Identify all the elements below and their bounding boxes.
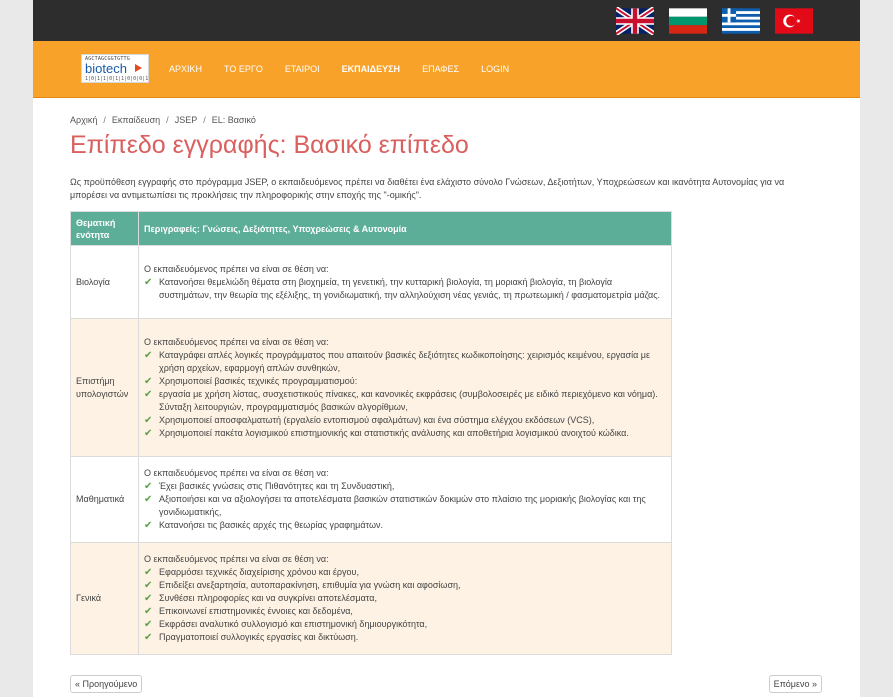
- list-item: ✔ Χρησιμοποιεί αποσφαλματωτή (εργαλείο εν…: [144, 414, 666, 427]
- list-item: ✔ Χρησιμοποιεί βασικές τεχνικές προγραμμα…: [144, 375, 666, 388]
- list-item: ✔ Έχει βασικές γνώσεις στις Πιθανότητες κ…: [144, 480, 666, 493]
- descriptor-list: ✔ Έχει βασικές γνώσεις στις Πιθανότητες κ…: [144, 480, 666, 532]
- logo-wordmark: biotech: [85, 61, 127, 76]
- check-icon: ✔: [144, 520, 153, 531]
- check-icon: ✔: [144, 580, 153, 591]
- topic-cell: Μαθηματικά: [70, 456, 139, 543]
- nav-project[interactable]: ΤΟ ΕΡΓΟ: [224, 64, 263, 74]
- list-item: ✔ Εκφράσει αναλυτικό συλλογισμό και επιστ…: [144, 618, 666, 631]
- nav-home[interactable]: ΑΡΧΙΚΗ: [169, 64, 202, 74]
- topic-cell: Επιστήμη υπολογιστών: [70, 318, 139, 457]
- list-item: ✔ Επιδείξει ανεξαρτησία, αυτοπαρακίνηση, …: [144, 579, 666, 592]
- check-icon: ✔: [144, 481, 153, 492]
- descriptor-list: ✔ Εφαρμόσει τεχνικές διαχείρισης χρόνου κ…: [144, 566, 666, 644]
- descriptor-list: ✔ Καταγράφει απλές λογικές προγράμματος π…: [144, 349, 666, 440]
- list-item-text: Αξιοποιήσει και να αξιολογήσει τα αποτελ…: [159, 494, 646, 517]
- list-item-text: Χρησιμοποιεί βασικές τεχνικές προγραμματ…: [159, 375, 358, 386]
- nav-education[interactable]: ΕΚΠΑΙΔΕΥΣΗ: [342, 64, 400, 74]
- descriptor-cell: Ο εκπαιδευόμενος πρέπει να είναι σε θέση…: [138, 318, 672, 457]
- list-item-text: Εφαρμόσει τεχνικές διαχείρισης χρόνου κα…: [159, 567, 359, 577]
- column-header-topic: Θεματική ενότητα: [70, 211, 139, 246]
- check-icon: ✔: [144, 494, 153, 505]
- turkey-flag-icon[interactable]: [775, 7, 813, 35]
- check-icon: ✔: [144, 414, 153, 426]
- nav-login[interactable]: LOGIN: [481, 64, 509, 74]
- descriptors-table: Θεματική ενότητα Περιγραφείς: Γνώσεις, Δ…: [70, 211, 672, 655]
- check-icon: ✔: [144, 619, 153, 630]
- descriptor-lead: Ο εκπαιδευόμενος πρέπει να είναι σε θέση…: [144, 263, 329, 274]
- uk-flag-icon[interactable]: [616, 7, 654, 35]
- logo-binary-text: 1|0|1|1|0|1|1|0|0|0|1: [85, 76, 149, 82]
- list-item-text: Χρησιμοποιεί πακέτα λογισμικού επιστημον…: [159, 427, 629, 438]
- list-item: ✔ εργασία με χρήση λίστας, συσχετιστικούς…: [144, 388, 666, 414]
- greece-flag-icon[interactable]: [722, 7, 760, 35]
- list-item-text: Χρησιμοποιεί αποσφαλματωτή (εργαλείο εντ…: [159, 414, 595, 425]
- check-icon: ✔: [144, 427, 153, 439]
- descriptor-list: ✔ Κατανοήσει θεμελιώδη θέματα στη βιοχημε…: [144, 276, 666, 302]
- descriptor-cell: Ο εκπαιδευόμενος πρέπει να είναι σε θέση…: [138, 542, 672, 655]
- list-item: ✔ Επικοινωνεί επιστημονικές έννοιες και δ…: [144, 605, 666, 618]
- descriptor-lead: Ο εκπαιδευόμενος πρέπει να είναι σε θέση…: [144, 468, 329, 478]
- list-item: ✔ Κατανοήσει θεμελιώδη θέματα στη βιοχημε…: [144, 276, 666, 302]
- list-item: ✔ Πραγματοποιεί συλλογικές εργασίες και δ…: [144, 631, 666, 644]
- column-header-descriptors: Περιγραφείς: Γνώσεις, Δεξιότητες, Υποχρε…: [138, 211, 672, 246]
- breadcrumb-education[interactable]: Εκπαίδευση: [112, 115, 160, 125]
- list-item-text: Κατανοήσει θεμελιώδη θέματα στη βιοχημεί…: [159, 276, 661, 300]
- top-bar: [33, 0, 860, 41]
- next-button[interactable]: Επόμενο »: [768, 675, 822, 693]
- check-icon: ✔: [144, 567, 153, 578]
- table-row: Μαθηματικά Ο εκπαιδευόμενος πρέπει να είν…: [70, 456, 672, 543]
- check-icon: ✔: [144, 375, 153, 387]
- check-icon: ✔: [144, 388, 153, 400]
- nav-menu: ΑΡΧΙΚΗ ΤΟ ΕΡΓΟ ΕΤΑΙΡΟΙ ΕΚΠΑΙΔΕΥΣΗ ΕΠΑΦΕΣ…: [169, 41, 531, 97]
- list-item-text: Επιδείξει ανεξαρτησία, αυτοπαρακίνηση, ε…: [159, 580, 461, 590]
- check-icon: ✔: [144, 606, 153, 617]
- bulgaria-flag-icon[interactable]: [669, 7, 707, 35]
- breadcrumb: Αρχική / Εκπαίδευση / JSEP / EL: Βασικό: [70, 115, 256, 125]
- check-icon: ✔: [144, 349, 153, 361]
- list-item: ✔ Συνθέσει πληροφορίες και να συγκρίνει α…: [144, 592, 666, 605]
- list-item-text: Επικοινωνεί επιστημονικές έννοιες και δε…: [159, 606, 353, 616]
- list-item-text: Κατανοήσει τις βασικές αρχές της θεωρίας…: [159, 520, 383, 530]
- list-item: ✔ Καταγράφει απλές λογικές προγράμματος π…: [144, 349, 666, 375]
- table-row: Βιολογία Ο εκπαιδευόμενος πρέπει να είναι…: [70, 245, 672, 319]
- logo-arrow-icon: [135, 64, 142, 72]
- topic-cell: Γενικά: [70, 542, 139, 655]
- table-row: Επιστήμη υπολογιστών Ο εκπαιδευόμενος πρέ…: [70, 318, 672, 457]
- list-item-text: Εκφράσει αναλυτικό συλλογισμό και επιστη…: [159, 619, 428, 629]
- nav-partners[interactable]: ΕΤΑΙΡΟΙ: [285, 64, 320, 74]
- language-flags: [616, 7, 813, 35]
- biotech-logo[interactable]: AGCTAGCGGTGTTG biotech 1|0|1|1|0|1|1|0|0…: [81, 54, 149, 83]
- descriptor-cell: Ο εκπαιδευόμενος πρέπει να είναι σε θέση…: [138, 245, 672, 319]
- breadcrumb-home[interactable]: Αρχική: [70, 115, 97, 125]
- descriptor-lead: Ο εκπαιδευόμενος πρέπει να είναι σε θέση…: [144, 554, 329, 564]
- nav-contact[interactable]: ΕΠΑΦΕΣ: [422, 64, 459, 74]
- table-row: Γενικά Ο εκπαιδευόμενος πρέπει να είναι σ…: [70, 542, 672, 655]
- list-item-text: Καταγράφει απλές λογικές προγράμματος πο…: [159, 349, 650, 373]
- topic-cell: Βιολογία: [70, 245, 139, 319]
- page-title: Επίπεδο εγγραφής: Βασικό επίπεδο: [70, 131, 469, 159]
- list-item: ✔ Αξιοποιήσει και να αξιολογήσει τα αποτε…: [144, 493, 666, 519]
- list-item: ✔ Εφαρμόσει τεχνικές διαχείρισης χρόνου κ…: [144, 566, 666, 579]
- page-frame: AGCTAGCGGTGTTG biotech 1|0|1|1|0|1|1|0|0…: [33, 0, 860, 697]
- breadcrumb-jsep[interactable]: JSEP: [175, 115, 198, 125]
- list-item-text: Συνθέσει πληροφορίες και να συγκρίνει απ…: [159, 593, 377, 603]
- list-item: ✔ Κατανοήσει τις βασικές αρχές της θεωρία…: [144, 519, 666, 532]
- main-navbar: AGCTAGCGGTGTTG biotech 1|0|1|1|0|1|1|0|0…: [33, 41, 860, 98]
- descriptor-cell: Ο εκπαιδευόμενος πρέπει να είναι σε θέση…: [138, 456, 672, 543]
- previous-button[interactable]: « Προηγούμενο: [70, 675, 143, 693]
- intro-paragraph: Ως προϋπόθεση εγγραφής στο πρόγραμμα JSE…: [70, 177, 785, 200]
- descriptor-lead: Ο εκπαιδευόμενος πρέπει να είναι σε θέση…: [144, 336, 329, 347]
- check-icon: ✔: [144, 632, 153, 643]
- list-item-text: εργασία με χρήση λίστας, συσχετιστικούς …: [159, 388, 658, 412]
- list-item-text: Έχει βασικές γνώσεις στις Πιθανότητες κα…: [159, 481, 395, 491]
- list-item-text: Πραγματοποιεί συλλογικές εργασίες και δι…: [159, 632, 359, 642]
- check-icon: ✔: [144, 593, 153, 604]
- list-item: ✔ Χρησιμοποιεί πακέτα λογισμικού επιστημο…: [144, 427, 666, 440]
- check-icon: ✔: [144, 276, 153, 288]
- breadcrumb-current: EL: Βασικό: [211, 115, 256, 125]
